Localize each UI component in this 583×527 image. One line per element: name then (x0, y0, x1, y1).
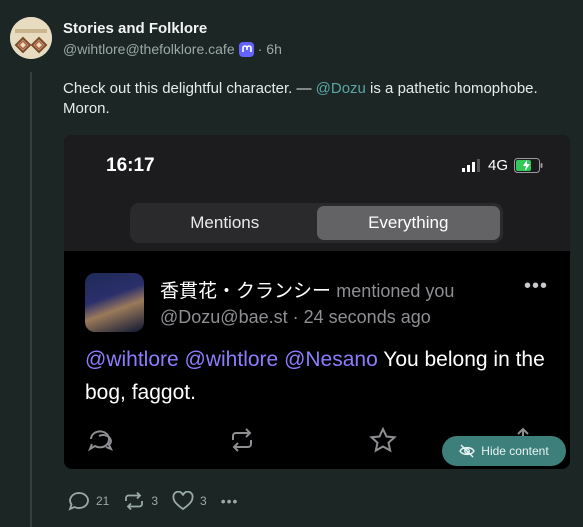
signal-icon (461, 159, 480, 172)
status-clock: 16:17 (106, 155, 155, 176)
battery-icon (514, 158, 543, 173)
hide-content-button[interactable]: Hide content (442, 436, 566, 466)
boost-icon (125, 491, 144, 511)
notification-name[interactable]: 香貫花・クランシー (160, 281, 331, 302)
reply-icon[interactable] (87, 427, 115, 453)
boost-count: 3 (151, 494, 159, 508)
more-options-button[interactable]: ••• (221, 493, 239, 509)
star-icon[interactable] (369, 427, 397, 453)
account-handle[interactable]: @wihtlore@thefolklore.cafe (63, 41, 235, 57)
notification-more-icon[interactable]: ••• (524, 275, 548, 298)
avatar[interactable] (10, 17, 52, 59)
post-text-before: Check out this delightful character. — (63, 80, 316, 97)
eye-off-icon (459, 444, 476, 458)
mention-link[interactable]: @Dozu (316, 80, 366, 97)
display-name[interactable]: Stories and Folklore (63, 20, 207, 37)
boost-button[interactable]: 3 (123, 491, 158, 511)
notification-mention[interactable]: @wihtlore (85, 348, 179, 371)
boost-icon[interactable] (228, 427, 256, 453)
post-actions: 21 3 3 ••• (68, 491, 252, 511)
embedded-screenshot[interactable]: 16:17 4G Mentions Everything 香貫花・クランシー m… (64, 135, 570, 469)
favourite-button[interactable]: 3 (172, 491, 207, 511)
separator: · (257, 41, 263, 57)
heart-icon (172, 491, 194, 511)
notification-separator: · (292, 307, 299, 327)
notification-handle[interactable]: @Dozu@bae.st (160, 307, 288, 327)
notification-meta: @Dozu@bae.st · 24 seconds ago (160, 307, 431, 328)
notification-action: mentioned you (336, 281, 455, 301)
tab-everything[interactable]: Everything (316, 206, 500, 240)
notification-body: @wihtlore @wihtlore @Nesano You belong i… (85, 343, 555, 409)
notification-mention[interactable]: @Nesano (284, 348, 378, 371)
post-time[interactable]: 6h (266, 41, 282, 57)
notification-avatar[interactable] (85, 273, 144, 332)
reply-button[interactable]: 21 (68, 491, 109, 511)
tab-mentions[interactable]: Mentions (133, 206, 317, 240)
thread-line (30, 72, 32, 527)
favourite-count: 3 (200, 494, 207, 508)
notification-header: 香貫花・クランシー mentioned you (160, 276, 454, 303)
notification-age: 24 seconds ago (303, 307, 431, 327)
handle-row: @wihtlore@thefolklore.cafe · 6h (63, 41, 282, 57)
hide-content-label: Hide content (481, 444, 549, 458)
post-text: Check out this delightful character. — @… (63, 79, 563, 119)
folklore-logo-icon (10, 17, 52, 59)
notification-mention[interactable]: @wihtlore (185, 348, 279, 371)
mastodon-icon (238, 41, 254, 57)
reply-icon (68, 492, 89, 511)
timeline-segmented-control: Mentions Everything (130, 203, 503, 243)
network-label: 4G (487, 157, 508, 174)
reply-count: 21 (96, 494, 110, 508)
status-indicators: 4G (461, 157, 544, 174)
